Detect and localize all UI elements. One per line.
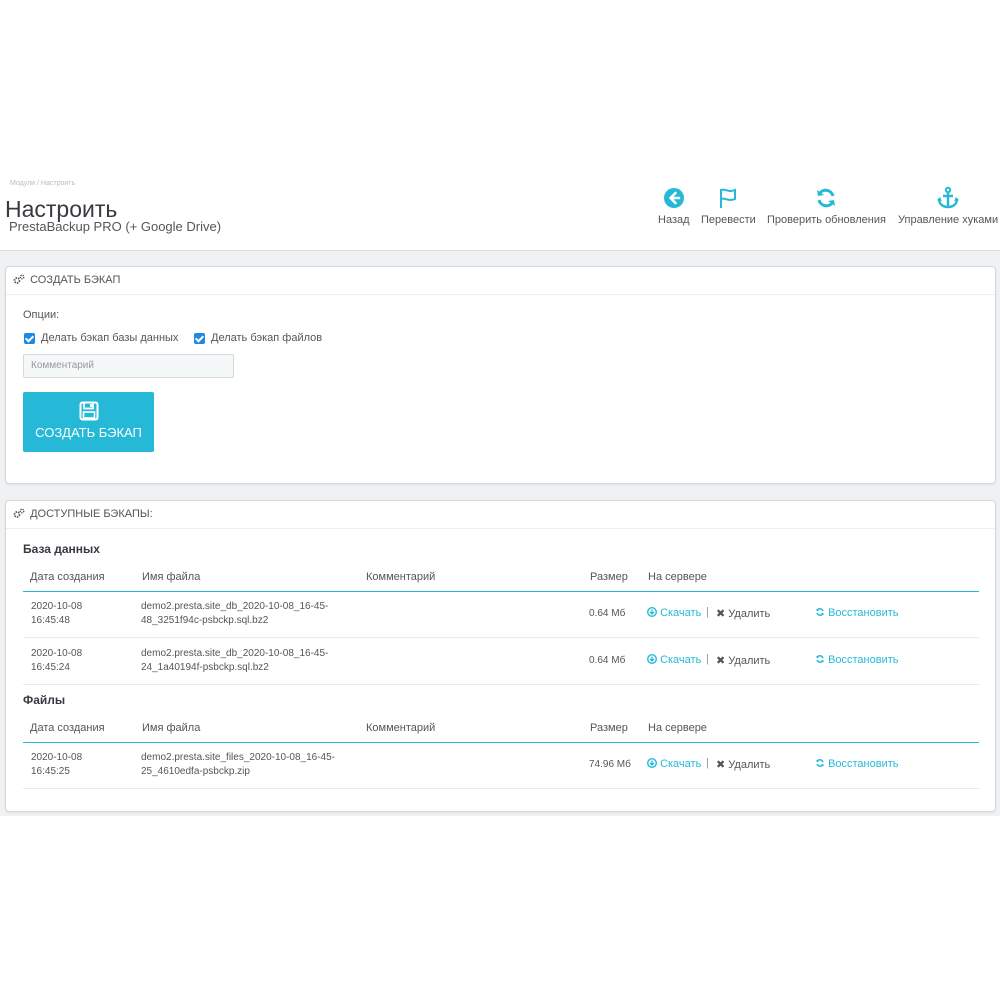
refresh-icon xyxy=(816,655,824,663)
download-link[interactable]: Скачать xyxy=(646,606,701,619)
db-col-size: Размер xyxy=(590,571,628,583)
available-backups-panel: ДОСТУПНЫЕ БЭКАПЫ: База данных Дата созда… xyxy=(5,500,996,812)
cogs-icon xyxy=(13,508,25,518)
download-circle-icon xyxy=(646,653,658,665)
delete-link[interactable]: ✖ Удалить xyxy=(716,654,770,667)
delete-link[interactable]: ✖ Удалить xyxy=(716,607,770,620)
row-date: 2020-10-08 16:45:25 xyxy=(31,752,83,777)
backup-db-checkbox[interactable] xyxy=(24,333,35,344)
arrow-left-circle-icon xyxy=(663,188,684,208)
toolbar-manage-hooks-label: Управление хуками xyxy=(898,214,999,226)
row-filename: demo2.presta.site_db_2020-10-08_16-45- 24… xyxy=(141,648,329,673)
separator: | xyxy=(706,757,709,769)
refresh-icon xyxy=(816,608,824,616)
database-section-title: База данных xyxy=(23,542,100,556)
row-size: 74.96 Мб xyxy=(589,759,631,770)
page-subtitle: PrestaBackup PRO (+ Google Drive) xyxy=(9,219,222,234)
row-date: 2020-10-08 16:45:48 xyxy=(31,601,83,626)
available-backups-panel-title: ДОСТУПНЫЕ БЭКАПЫ: xyxy=(30,508,153,520)
files-col-size: Размер xyxy=(590,722,628,734)
delete-link[interactable]: ✖ Удалить xyxy=(716,758,770,771)
toolbar-back-label: Назад xyxy=(658,214,690,226)
db-col-comment: Комментарий xyxy=(366,571,436,583)
toolbar-manage-hooks-button[interactable]: Управление хуками xyxy=(898,186,998,226)
refresh-icon xyxy=(817,188,836,208)
db-col-date: Дата создания xyxy=(30,571,105,583)
restore-link[interactable]: Восстановить xyxy=(815,654,899,666)
toolbar-translate-label: Перевести xyxy=(701,214,756,226)
backup-files-checkbox[interactable] xyxy=(194,333,205,344)
row-divider xyxy=(23,684,979,685)
refresh-icon xyxy=(816,759,824,767)
cogs-icon xyxy=(13,274,25,284)
close-icon: ✖ xyxy=(716,759,726,771)
toolbar-back-button[interactable]: Назад xyxy=(658,186,690,226)
comment-input[interactable]: Комментарий xyxy=(23,354,234,378)
create-backup-panel-header: СОЗДАТЬ БЭКАП xyxy=(6,267,995,295)
files-col-filename: Имя файла xyxy=(142,722,201,734)
files-col-comment: Комментарий xyxy=(366,722,436,734)
flag-icon xyxy=(720,188,737,208)
download-link[interactable]: Скачать xyxy=(646,757,701,770)
download-circle-icon xyxy=(646,757,658,769)
backup-db-checkbox-label[interactable]: Делать бэкап базы данных xyxy=(41,332,178,344)
files-header-divider xyxy=(23,742,979,743)
breadcrumb[interactable]: Модули / Настроить xyxy=(10,180,75,187)
db-col-filename: Имя файла xyxy=(142,571,201,583)
files-section-title: Файлы xyxy=(23,693,66,707)
separator: | xyxy=(706,653,709,665)
create-backup-button-label: СОЗДАТЬ БЭКАП xyxy=(35,425,142,440)
row-divider xyxy=(23,788,979,789)
create-backup-panel-title: СОЗДАТЬ БЭКАП xyxy=(30,274,121,286)
row-filename: demo2.presta.site_files_2020-10-08_16-45… xyxy=(141,752,336,777)
download-circle-icon xyxy=(646,606,658,618)
toolbar-check-updates-label: Проверить обновления xyxy=(767,214,886,226)
row-size: 0.64 Мб xyxy=(589,608,626,619)
toolbar-check-updates-button[interactable]: Проверить обновления xyxy=(767,186,886,226)
row-date: 2020-10-08 16:45:24 xyxy=(31,648,83,673)
files-col-date: Дата создания xyxy=(30,722,105,734)
anchor-icon xyxy=(937,186,960,209)
backup-files-checkbox-label[interactable]: Делать бэкап файлов xyxy=(211,332,322,344)
row-filename: demo2.presta.site_db_2020-10-08_16-45- 48… xyxy=(141,601,329,626)
close-icon: ✖ xyxy=(716,608,726,620)
download-link[interactable]: Скачать xyxy=(646,653,701,666)
options-label: Опции: xyxy=(23,309,60,321)
row-divider xyxy=(23,637,979,638)
restore-link[interactable]: Восстановить xyxy=(815,607,899,619)
available-backups-panel-header: ДОСТУПНЫЕ БЭКАПЫ: xyxy=(6,501,995,529)
close-icon: ✖ xyxy=(716,655,726,667)
files-col-on-server: На сервере xyxy=(648,722,707,734)
screenshot-area: Модули / Настроить Настроить PrestaBacku… xyxy=(0,178,1000,816)
floppy-disk-icon xyxy=(79,401,98,421)
separator: | xyxy=(706,606,709,618)
db-header-divider xyxy=(23,591,979,592)
toolbar-translate-button[interactable]: Перевести xyxy=(701,186,756,226)
row-size: 0.64 Мб xyxy=(589,655,626,666)
page-header: Модули / Настроить Настроить PrestaBacku… xyxy=(0,178,1000,251)
restore-link[interactable]: Восстановить xyxy=(815,758,899,770)
create-backup-button[interactable]: СОЗДАТЬ БЭКАП xyxy=(23,392,154,452)
db-col-on-server: На сервере xyxy=(648,571,707,583)
create-backup-panel: СОЗДАТЬ БЭКАП Опции: Делать бэкап базы д… xyxy=(5,266,996,484)
